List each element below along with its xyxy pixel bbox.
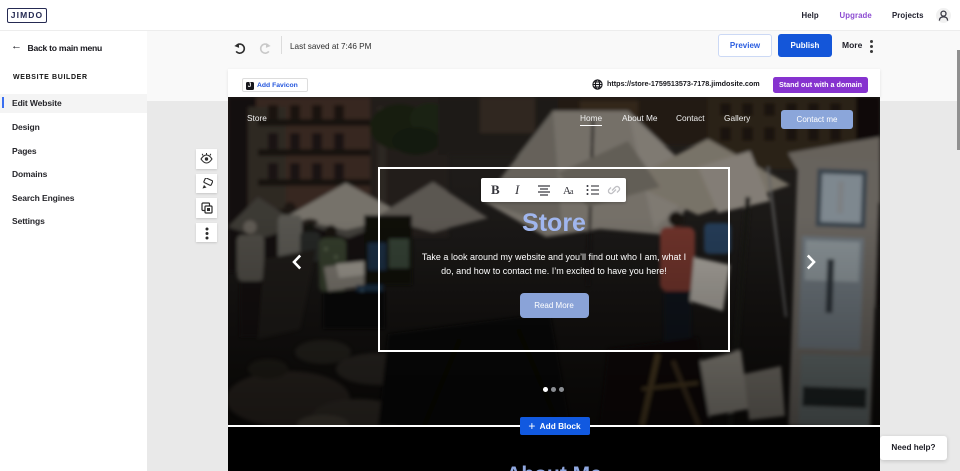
svg-text:I: I xyxy=(514,182,520,197)
svg-text:B: B xyxy=(491,182,500,197)
svg-text:a: a xyxy=(570,187,574,196)
